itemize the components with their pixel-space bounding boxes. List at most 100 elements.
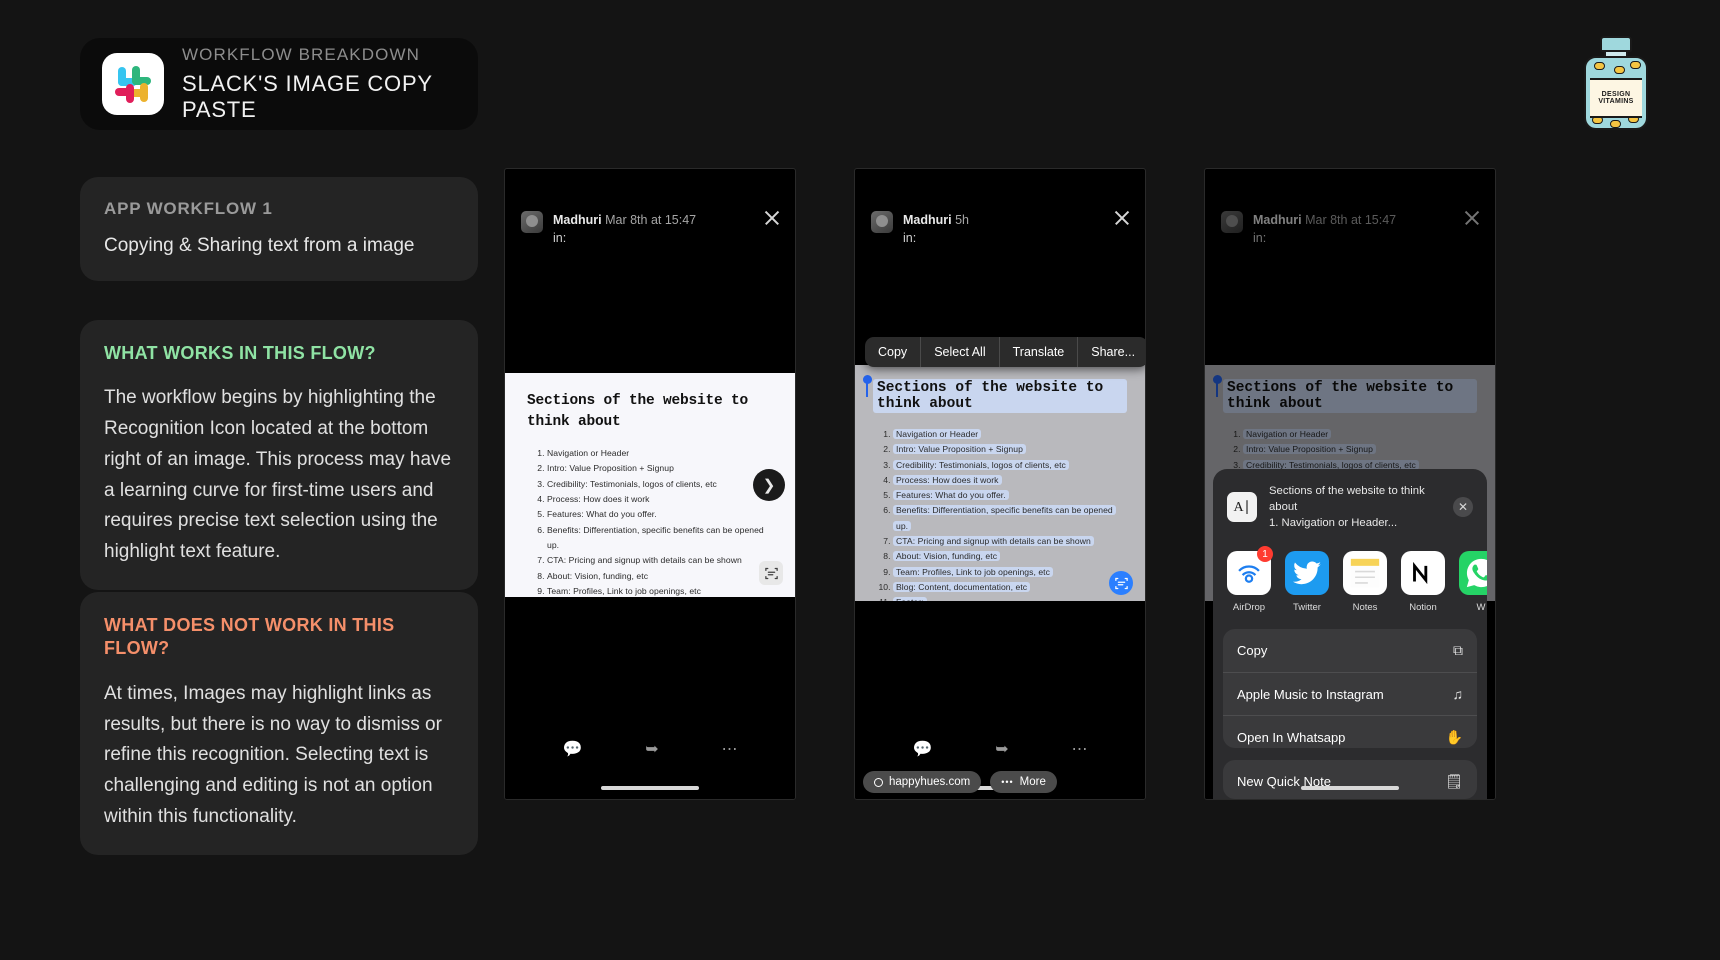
share-preview-line-1: Sections of the website to think about bbox=[1269, 485, 1425, 514]
document-list-item: Credibility: Testimonials, logos of clie… bbox=[547, 477, 773, 492]
share-action-label: Copy bbox=[1237, 643, 1268, 659]
document-list-item: CTA: Pricing and signup with details can… bbox=[893, 534, 1127, 549]
close-icon[interactable] bbox=[1113, 209, 1131, 227]
sender-name: Madhuri bbox=[903, 213, 952, 227]
document-list-item: Benefits: Differentiation, specific bene… bbox=[893, 503, 1127, 534]
message-header: Madhuri 5h in: bbox=[855, 169, 1145, 247]
share-app[interactable]: Notes bbox=[1343, 551, 1387, 613]
context-menu-item[interactable]: Copy bbox=[865, 337, 922, 367]
quick-note-icon: 🗒 bbox=[1445, 772, 1463, 789]
share-action-label: Apple Music to Instagram bbox=[1237, 686, 1384, 702]
document-list-item: Navigation or Header bbox=[893, 427, 1127, 442]
text-cursor-icon: A∣ bbox=[1227, 492, 1257, 523]
close-icon[interactable] bbox=[763, 209, 781, 227]
link-chip[interactable]: ••• More bbox=[990, 771, 1057, 793]
what-not-works-card: WHAT DOES NOT WORK IN THIS FLOW? At time… bbox=[80, 592, 478, 855]
document-list-item: CTA: Pricing and signup with details can… bbox=[547, 553, 773, 568]
globe-icon bbox=[874, 777, 883, 787]
document-list-item: About: Vision, funding, etc bbox=[893, 549, 1127, 564]
channel-label: in: bbox=[553, 231, 567, 246]
context-menu-item[interactable]: Translate bbox=[1000, 337, 1079, 367]
timestamp: Mar 8th at 15:47 bbox=[605, 213, 697, 227]
reply-icon[interactable]: 💬 bbox=[912, 739, 932, 759]
music-note-icon: ♫ bbox=[1452, 686, 1464, 703]
detected-links-chips[interactable]: happyhues.com ••• More bbox=[863, 771, 1057, 793]
context-menu-item[interactable]: Select All bbox=[921, 337, 1000, 367]
header-pill: WORKFLOW BREAKDOWN SLACK'S IMAGE COPY PA… bbox=[80, 38, 478, 130]
home-indicator bbox=[1301, 786, 1399, 790]
document-list-item: Process: How does it work bbox=[547, 492, 773, 507]
header-title: SLACK'S IMAGE COPY PASTE bbox=[182, 71, 433, 122]
text-recognition-icon[interactable] bbox=[1109, 571, 1133, 595]
notion-icon bbox=[1401, 551, 1445, 596]
what-not-works-heading: WHAT DOES NOT WORK IN THIS FLOW? bbox=[104, 615, 395, 659]
share-app-label: Notes bbox=[1352, 602, 1378, 614]
app-workflow-kicker: APP WORKFLOW 1 bbox=[104, 199, 273, 218]
link-chip-label: More bbox=[1019, 776, 1046, 788]
home-indicator bbox=[601, 786, 699, 790]
document-list-item: Blog: Content, documentation, etc bbox=[893, 580, 1127, 595]
share-icon[interactable]: ➥ bbox=[995, 739, 1008, 759]
whatsapp-icon bbox=[1459, 551, 1487, 596]
share-app[interactable]: Notion bbox=[1401, 551, 1445, 613]
more-icon[interactable]: ⋯ bbox=[722, 739, 738, 759]
slide-canvas: WORKFLOW BREAKDOWN SLACK'S IMAGE COPY PA… bbox=[0, 0, 1720, 960]
timestamp: 5h bbox=[955, 213, 969, 227]
what-not-works-body: At times, Images may highlight links as … bbox=[104, 682, 442, 827]
sender-name: Madhuri bbox=[553, 213, 602, 227]
document-list-item: Navigation or Header bbox=[547, 446, 773, 461]
reply-icon[interactable]: 💬 bbox=[562, 739, 582, 759]
notes-icon bbox=[1343, 551, 1387, 596]
chevron-right-icon[interactable]: ❯ bbox=[753, 469, 785, 501]
document-list-item: Credibility: Testimonials, logos of clie… bbox=[893, 458, 1127, 473]
what-works-heading: WHAT WORKS IN THIS FLOW? bbox=[104, 343, 376, 363]
document-list-item: About: Vision, funding, etc bbox=[547, 569, 773, 584]
phone-screenshot-3: Madhuri Mar 8th at 15:47 in: Sections of… bbox=[1204, 168, 1496, 800]
selection-context-menu[interactable]: Copy Select All Translate Share... bbox=[865, 337, 1145, 367]
share-action-label: Open In Whatsapp bbox=[1237, 730, 1346, 746]
document-title: Sections of the website to think about bbox=[873, 379, 1127, 413]
share-app-row[interactable]: 1 AirDrop Twitter Notes Notion W bbox=[1213, 543, 1487, 629]
share-preview-line-2: 1. Navigation or Header... bbox=[1269, 517, 1398, 530]
message-header: Madhuri Mar 8th at 15:47 in: bbox=[505, 169, 795, 247]
share-app-label: Notion bbox=[1409, 602, 1437, 614]
share-app[interactable]: Twitter bbox=[1285, 551, 1329, 613]
document-image[interactable]: Sections of the website to think about N… bbox=[505, 373, 795, 626]
share-action-list[interactable]: Copy ⧉ Apple Music to Instagram ♫ Open In Wh… bbox=[1223, 629, 1477, 748]
share-app[interactable]: W bbox=[1459, 551, 1487, 613]
share-app[interactable]: 1 AirDrop bbox=[1227, 546, 1273, 613]
design-vitamins-badge: DESIGN VITAMINS bbox=[1570, 36, 1662, 132]
share-icon[interactable]: ➥ bbox=[645, 739, 658, 759]
phone-screenshot-1: Madhuri Mar 8th at 15:47 in: Sections of… bbox=[504, 168, 796, 800]
more-icon[interactable]: ⋯ bbox=[1072, 739, 1088, 759]
share-action-item[interactable]: New Quick Note 🗒 bbox=[1223, 760, 1477, 799]
avatar bbox=[521, 211, 543, 233]
share-sheet: A∣ Sections of the website to think abou… bbox=[1213, 469, 1487, 799]
document-list-item: Benefits: Differentiation, specific bene… bbox=[547, 523, 773, 554]
text-recognition-icon[interactable] bbox=[759, 561, 783, 585]
image-bottom-letterbox bbox=[505, 597, 795, 725]
share-action-item[interactable]: Copy ⧉ bbox=[1223, 629, 1477, 674]
share-action-list-secondary[interactable]: New Quick Note 🗒 bbox=[1223, 759, 1477, 799]
document-image-selected[interactable]: Sections of the website to think about N… bbox=[855, 365, 1145, 608]
document-list-selected: Navigation or HeaderIntro: Value Proposi… bbox=[893, 427, 1127, 611]
copy-icon: ⧉ bbox=[1453, 642, 1463, 659]
share-action-item[interactable]: Apple Music to Instagram ♫ bbox=[1223, 673, 1477, 717]
link-chip[interactable]: happyhues.com bbox=[863, 771, 982, 793]
share-app-label: W bbox=[1476, 602, 1486, 614]
close-icon[interactable]: ✕ bbox=[1453, 497, 1473, 518]
document-list-item: Intro: Value Proposition + Signup bbox=[547, 461, 773, 476]
badge-line-1: DESIGN bbox=[1601, 91, 1631, 98]
what-works-card: WHAT WORKS IN THIS FLOW? The workflow be… bbox=[80, 320, 478, 590]
link-chip-label: happyhues.com bbox=[889, 776, 971, 788]
share-preview: A∣ Sections of the website to think abou… bbox=[1213, 469, 1487, 543]
share-action-item[interactable]: Open In Whatsapp ✋ bbox=[1223, 716, 1477, 748]
image-bottom-letterbox bbox=[855, 601, 1145, 725]
context-menu-item[interactable]: Share... bbox=[1078, 337, 1145, 367]
document-list-item: Intro: Value Proposition + Signup bbox=[893, 442, 1127, 457]
image-top-letterbox bbox=[505, 253, 795, 373]
channel-label: in: bbox=[903, 231, 917, 246]
twitter-icon bbox=[1285, 551, 1329, 596]
share-app-label: Twitter bbox=[1293, 602, 1321, 614]
document-list-item: Process: How does it work bbox=[893, 473, 1127, 488]
